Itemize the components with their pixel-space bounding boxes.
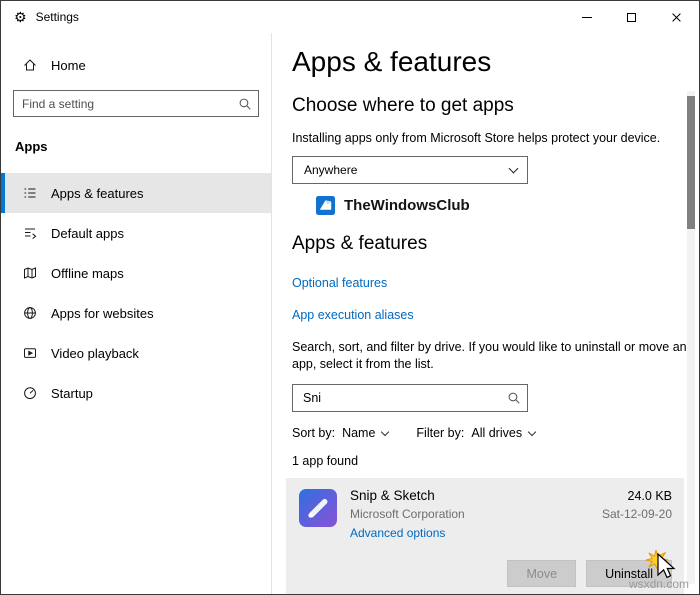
sidebar-item-apps-features[interactable]: Apps & features (1, 173, 271, 213)
sidebar-item-home[interactable]: Home (1, 49, 271, 81)
apps-for-websites-icon (24, 307, 36, 319)
thewindowsclub-logo-icon (316, 196, 335, 215)
main-content: Apps & features Choose where to get apps… (271, 33, 699, 594)
sort-by-label: Sort by: (292, 426, 336, 440)
close-button[interactable] (654, 1, 699, 33)
apps-features-icon (24, 188, 36, 198)
minimize-button[interactable] (564, 1, 609, 33)
startup-icon (24, 387, 36, 400)
maximize-button[interactable] (609, 1, 654, 33)
video-playback-icon (24, 348, 36, 358)
choose-heading: Choose where to get apps (292, 95, 514, 116)
sidebar-nav: Apps & features Default apps Offline map… (1, 173, 271, 413)
titlebar-left: ⚙ Settings (1, 1, 79, 33)
filter-by-value: All drives (471, 426, 523, 440)
app-execution-aliases-link[interactable]: App execution aliases (292, 307, 414, 323)
home-icon (24, 59, 36, 71)
offline-maps-icon (24, 267, 36, 279)
snip-sketch-app-icon (299, 489, 337, 527)
sidebar-home-label: Home (51, 57, 86, 73)
sidebar-item-label: Video playback (51, 345, 139, 361)
results-count: 1 app found (292, 454, 359, 468)
thewindowsclub-logo-text: TheWindowsClub (344, 197, 470, 214)
sidebar-item-startup[interactable]: Startup (1, 373, 271, 413)
sidebar-item-label: Apps & features (51, 185, 144, 201)
sort-by-dropdown[interactable]: Sort by: Name (292, 426, 390, 440)
apps-features-section-heading: Apps & features (292, 233, 428, 254)
app-publisher: Microsoft Corporation (350, 507, 465, 521)
thewindowsclub-logo: TheWindowsClub (316, 196, 699, 215)
chevron-down-icon (508, 163, 519, 173)
app-body: Home Apps Apps & features (1, 33, 699, 594)
sidebar-item-apps-for-websites[interactable]: Apps for websites (1, 293, 271, 333)
sidebar: Home Apps Apps & features (1, 33, 271, 594)
sidebar-search-input[interactable] (14, 96, 232, 111)
settings-gear-icon: ⚙ (14, 9, 27, 25)
watermark: wsxdn.com (628, 577, 689, 591)
window-title: Settings (35, 10, 79, 24)
app-list-item-snip-sketch[interactable]: Snip & Sketch Microsoft Corporation Adva… (286, 478, 684, 594)
advanced-options-link[interactable]: Advanced options (350, 526, 445, 540)
filter-by-dropdown[interactable]: Filter by: All drives (416, 426, 537, 440)
sidebar-item-default-apps[interactable]: Default apps (1, 213, 271, 253)
sidebar-item-video-playback[interactable]: Video playback (1, 333, 271, 373)
choose-description: Installing apps only from Microsoft Stor… (292, 131, 661, 145)
chevron-down-icon (527, 427, 537, 436)
search-icon[interactable] (232, 91, 258, 116)
chevron-down-icon (381, 427, 390, 436)
filter-by-label: Filter by: (416, 426, 465, 440)
app-source-dropdown[interactable]: Anywhere (292, 156, 528, 184)
app-install-date: Sat-12-09-20 (601, 507, 672, 521)
app-card-top: Snip & Sketch Microsoft Corporation Adva… (298, 488, 672, 542)
vertical-scrollbar[interactable] (687, 91, 695, 584)
minimize-icon (581, 16, 592, 18)
app-source-dropdown-value: Anywhere (304, 163, 358, 177)
sidebar-item-label: Default apps (51, 225, 124, 241)
sort-filter-row: Sort by: Name Filter by: All drives (292, 426, 699, 440)
close-icon (671, 12, 682, 23)
app-card-buttons: Move Uninstall (298, 560, 672, 587)
apps-search-icon[interactable] (501, 385, 527, 411)
apps-search-box (292, 384, 528, 412)
optional-features-link[interactable]: Optional features (292, 275, 387, 291)
sidebar-item-label: Startup (51, 385, 93, 401)
titlebar: ⚙ Settings (1, 1, 699, 33)
sidebar-item-offline-maps[interactable]: Offline maps (1, 253, 271, 293)
sidebar-search-box (13, 90, 259, 117)
app-meta: 24.0 KB Sat-12-09-20 (602, 488, 672, 521)
app-size: 24.0 KB (627, 489, 672, 503)
move-button[interactable]: Move (507, 560, 577, 587)
default-apps-icon (25, 228, 37, 239)
sort-by-value: Name (342, 426, 376, 440)
sidebar-section-label: Apps (15, 139, 48, 154)
sidebar-item-label: Apps for websites (51, 305, 154, 321)
page-title: Apps & features (292, 46, 492, 77)
scrollbar-thumb[interactable] (687, 96, 695, 229)
maximize-icon (627, 12, 636, 22)
sidebar-item-label: Offline maps (51, 265, 124, 281)
apps-search-input[interactable] (293, 391, 501, 405)
settings-window: ⚙ Settings Home Find a setting Apps Apps… (0, 0, 700, 595)
app-name: Snip & Sketch (350, 488, 435, 503)
window-controls (564, 1, 699, 33)
search-description: Search, sort, and filter by drive. If yo… (292, 340, 687, 371)
app-info: Snip & Sketch Microsoft Corporation Adva… (350, 488, 602, 542)
